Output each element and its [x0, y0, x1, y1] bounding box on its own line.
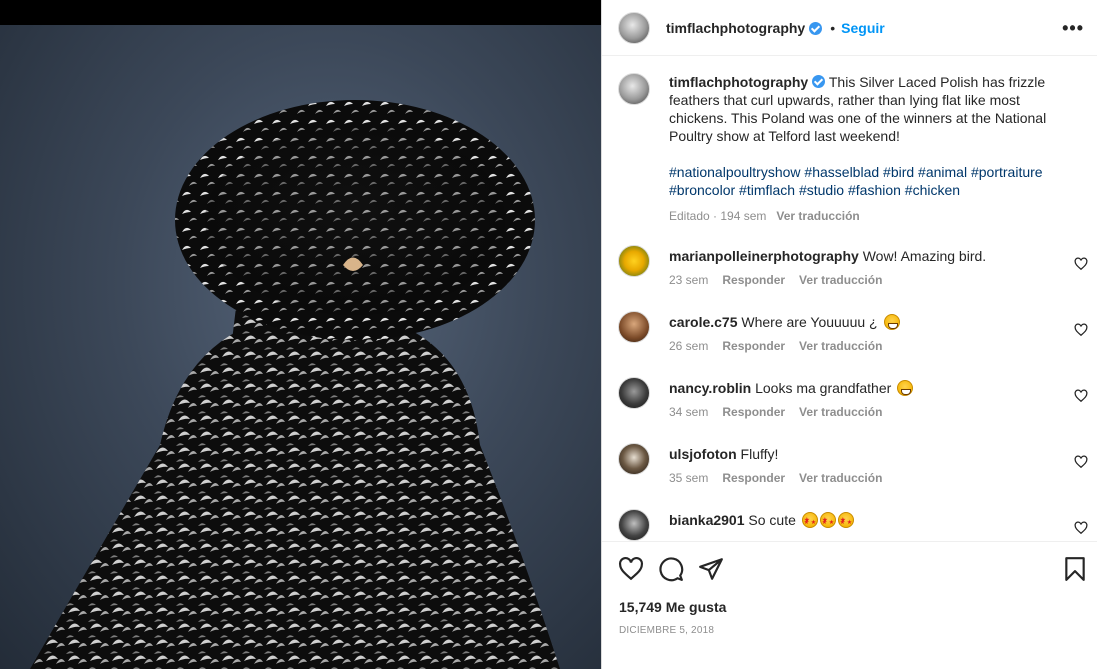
caption-avatar[interactable] — [618, 73, 650, 105]
commenter-avatar[interactable] — [618, 311, 650, 343]
action-icons-row — [618, 556, 1085, 584]
translate-link[interactable]: Ver traducción — [799, 471, 882, 485]
grinning-face-emoji-icon — [883, 314, 900, 330]
frizzle-chicken-image — [30, 100, 560, 669]
commenter-avatar[interactable] — [618, 245, 650, 277]
like-comment-heart-icon[interactable] — [1074, 323, 1088, 337]
hashtags-line-1[interactable]: #nationalpoultryshow #hasselblad #bird #… — [669, 163, 1078, 181]
verified-badge-icon — [812, 75, 826, 88]
more-options-icon[interactable]: ••• — [1062, 18, 1084, 39]
verified-badge-icon — [809, 22, 823, 35]
comment-time: 34 sem — [669, 405, 709, 419]
comment-username[interactable]: ulsjofoton — [669, 446, 737, 462]
follow-button[interactable]: Seguir — [841, 20, 885, 36]
star-struck-emoji-icon — [801, 512, 818, 532]
post-caption: timflachphotography This Silver Laced Po… — [618, 73, 1078, 225]
grinning-face-emoji-icon — [897, 380, 914, 396]
like-heart-icon[interactable] — [618, 556, 644, 582]
reply-button[interactable]: Responder — [722, 405, 785, 419]
star-struck-emoji-icon — [837, 512, 854, 532]
translate-link[interactable]: Ver traducción — [799, 339, 882, 353]
post-actions-panel: 15,749 Me gusta DICIEMBRE 5, 2018 — [602, 541, 1097, 669]
separator-dot: • — [830, 19, 836, 36]
like-comment-heart-icon[interactable] — [1074, 257, 1088, 271]
comment-item: nancy.roblin Looks ma grandfather 34 sem… — [618, 377, 1088, 427]
caption-edited-time: Editado · 194 sem — [669, 209, 767, 223]
comment-item: marianpolleinerphotography Wow! Amazing … — [618, 245, 1088, 295]
comment-username[interactable]: nancy.roblin — [669, 380, 751, 396]
like-comment-heart-icon[interactable] — [1074, 455, 1088, 469]
reply-button[interactable]: Responder — [722, 471, 785, 485]
comment-time: 26 sem — [669, 339, 709, 353]
hashtags-line-2[interactable]: #broncolor #timflach #studio #fashion #c… — [669, 181, 1078, 199]
caption-hashtags[interactable]: #nationalpoultryshow #hasselblad #bird #… — [669, 163, 1078, 199]
comment-username[interactable]: bianka2901 — [669, 512, 745, 528]
comment-text: Where are Youuuuu ¿ — [741, 314, 878, 330]
post-date: DICIEMBRE 5, 2018 — [619, 625, 715, 636]
save-bookmark-icon[interactable] — [1064, 556, 1086, 582]
comment-username[interactable]: marianpolleinerphotography — [669, 248, 859, 264]
comments-scroll-area[interactable]: timflachphotography This Silver Laced Po… — [602, 57, 1097, 541]
comment-text: Fluffy! — [740, 446, 779, 462]
comment-item: ulsjofoton Fluffy! 35 sem Responder Ver tr… — [618, 443, 1088, 493]
top-black-bar — [0, 0, 601, 25]
comment-text: So cute — [748, 512, 796, 528]
comment-text: Wow! Amazing bird. — [862, 248, 987, 264]
author-username[interactable]: timflachphotography — [666, 20, 805, 36]
commenter-avatar[interactable] — [618, 509, 650, 541]
comment-text: Looks ma grandfather — [755, 380, 892, 396]
translate-link[interactable]: Ver traducción — [799, 405, 882, 419]
reply-button[interactable]: Responder — [722, 273, 785, 287]
like-comment-heart-icon[interactable] — [1074, 389, 1088, 403]
author-avatar[interactable] — [618, 11, 650, 44]
comment-bubble-icon[interactable] — [658, 556, 684, 582]
like-comment-heart-icon[interactable] — [1074, 521, 1088, 535]
commenter-avatar[interactable] — [618, 377, 650, 409]
post-photo[interactable] — [0, 25, 601, 669]
likes-count[interactable]: 15,749 Me gusta — [619, 599, 726, 615]
star-struck-emoji-icon — [819, 512, 836, 532]
share-paper-plane-icon[interactable] — [698, 556, 724, 582]
comment-time: 35 sem — [669, 471, 709, 485]
post-sidebar: timflachphotography • Seguir ••• timflac… — [601, 0, 1097, 669]
comment-item: carole.c75 Where are Youuuuu ¿ 26 sem Res… — [618, 311, 1088, 361]
commenter-avatar[interactable] — [618, 443, 650, 475]
caption-meta: Editado · 194 sem Ver traducción — [669, 207, 1078, 225]
reply-button[interactable]: Responder — [722, 339, 785, 353]
comment-username[interactable]: carole.c75 — [669, 314, 738, 330]
post-header: timflachphotography • Seguir ••• — [602, 0, 1097, 56]
caption-translate-link[interactable]: Ver traducción — [776, 209, 859, 223]
comment-item: bianka2901 So cute — [618, 509, 1088, 541]
caption-username[interactable]: timflachphotography — [669, 74, 808, 90]
translate-link[interactable]: Ver traducción — [799, 273, 882, 287]
instagram-post-window: timflachphotography • Seguir ••• timflac… — [0, 0, 1097, 669]
comment-time: 23 sem — [669, 273, 709, 287]
